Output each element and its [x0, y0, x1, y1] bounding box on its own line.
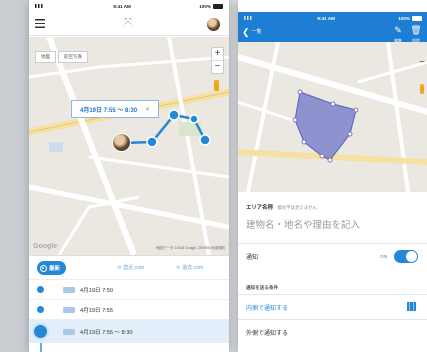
latest-button[interactable]: 最新 [37, 261, 67, 275]
avatar[interactable] [206, 17, 221, 32]
trash-icon: 🗑 [410, 25, 422, 35]
timeline-dot-current [34, 325, 47, 338]
list-item-label: 4月19日 7:50 [80, 287, 113, 294]
edit-icon: ✎ [394, 25, 402, 35]
status-bar: 9:41 AM 100% [29, 0, 229, 12]
zoom-out-button[interactable]: − [419, 57, 425, 68]
back-label: 一覧 [251, 29, 262, 35]
area-map-view[interactable]: − [238, 42, 427, 192]
stay-icon [63, 286, 75, 293]
timeline-dot [37, 286, 44, 293]
notify-label: 通知 [246, 254, 259, 261]
expand-icon[interactable]: ⤧ [124, 18, 132, 28]
chevron-left-icon: ❮ [242, 27, 250, 37]
location-icon [40, 264, 47, 272]
stay-icon [63, 328, 75, 335]
street-view-pegman-icon[interactable] [214, 80, 219, 91]
zoom-control: + − [211, 47, 224, 74]
latest-label: 最新 [49, 266, 61, 272]
street-view-pegman-icon[interactable] [420, 84, 424, 94]
recent-button[interactable]: ⟲ 直近.com [117, 264, 145, 272]
history-icon: ⟲ [117, 264, 122, 271]
battery-percent: 100% [398, 15, 410, 21]
area-name-hint: 都文字は見えません [277, 205, 317, 210]
list-item[interactable]: 4月19日 7:50 [29, 279, 229, 299]
condition-outside-option[interactable]: 外側で通知する [238, 319, 427, 344]
zoom-out-button[interactable]: − [212, 60, 223, 73]
callout-text: 4月19日 7:55 〜 8:30 [80, 107, 138, 114]
signal-icon [35, 4, 45, 8]
right-phone-screen: 9:41 AM 100% ❮ 一覧 ✎ 編集 🗑 削除 − エリア名称 都文字は… [238, 0, 427, 352]
time-callout[interactable]: 4月19日 7:55 〜 8:30 ✕ [71, 100, 160, 118]
map-attribution[interactable]: 地図データ ©2018 Google, ZENRIN 利用規約 [156, 245, 225, 250]
timeline-dot [37, 306, 44, 313]
status-bar: 9:41 AM 100% [238, 12, 427, 24]
condition-section-title: 通知を送る条件 [246, 285, 279, 290]
route-point [199, 134, 211, 146]
list-item[interactable]: 4月19日 7:55 [29, 299, 229, 319]
battery-icon [411, 15, 422, 21]
status-time: 9:41 AM [317, 15, 335, 21]
map-view[interactable]: 地図 航空写真 + − 4月19日 7:55 〜 8:30 ✕ Google 地… [29, 37, 229, 255]
signal-icon [244, 16, 254, 20]
google-logo: Google [33, 243, 58, 250]
geofence-polygon [294, 91, 357, 161]
map-roads [238, 42, 427, 192]
area-name-title: エリア名称 [246, 205, 273, 211]
area-name-input[interactable]: 建物名・地名や理由を記入 [246, 217, 360, 231]
app-header: ⤧ [29, 12, 229, 36]
condition-inside-option[interactable]: 内側で通知する [238, 294, 427, 319]
stay-icon [63, 306, 75, 313]
condition-outside-label: 外側で通知する [246, 330, 289, 337]
app-header: 9:41 AM 100% ❮ 一覧 ✎ 編集 🗑 削除 [238, 12, 427, 43]
notify-state-label: ON [380, 254, 387, 259]
battery-icon [212, 3, 223, 9]
map-icon [407, 302, 416, 311]
area-name-label: エリア名称 都文字は見えません [246, 203, 317, 211]
map-type-toggle: 地図 航空写真 [35, 51, 88, 63]
list-item-selected[interactable]: 4月19日 7:55 〜 8:30 [29, 319, 229, 343]
route-point [146, 136, 158, 148]
status-time: 9:41 AM [113, 3, 131, 9]
history-toolbar: 最新 ⟲ 直近.com ⟲ 過去.com [29, 255, 229, 279]
zoom-in-button[interactable]: + [212, 48, 223, 60]
close-icon[interactable]: ✕ [145, 106, 150, 113]
battery-percent: 100% [199, 3, 211, 9]
area-settings-form: エリア名称 都文字は見えません 建物名・地名や理由を記入 通知 ON 通知を送る… [238, 192, 427, 352]
menu-icon[interactable] [35, 19, 45, 28]
past-button[interactable]: ⟲ 過去.com [176, 264, 204, 272]
back-button[interactable]: ❮ 一覧 [242, 28, 262, 37]
recent-label: 直近.com [123, 265, 145, 271]
list-item-label: 4月19日 7:55 〜 8:30 [80, 329, 133, 336]
notify-row: 通知 ON [238, 243, 427, 268]
condition-inside-label: 内側で通知する [246, 305, 289, 312]
route-point [168, 109, 180, 121]
location-avatar-marker[interactable] [112, 133, 131, 152]
route-point [189, 114, 199, 124]
past-label: 過去.com [182, 265, 204, 271]
map-type-map-button[interactable]: 地図 [35, 51, 56, 63]
notify-toggle[interactable] [394, 250, 418, 263]
map-type-satellite-button[interactable]: 航空写真 [58, 51, 88, 63]
list-item-label: 4月19日 7:55 [80, 307, 113, 314]
left-phone-screen: 9:41 AM 100% ⤧ 地図 航空写真 + − 4月19日 7:55 〜 … [29, 0, 229, 352]
history-icon: ⟲ [176, 264, 181, 271]
